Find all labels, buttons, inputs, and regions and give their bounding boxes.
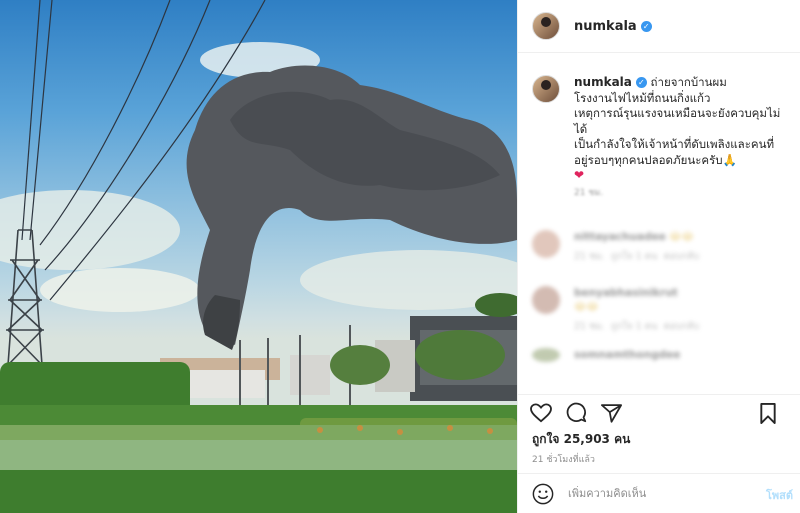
comment-age: 21 ชม.	[574, 251, 605, 262]
reply-link[interactable]: ตอบกลับ	[664, 321, 700, 332]
caption-line-2: โรงงานไฟไหม้ที่ถนนกิ่งแก้ว	[574, 90, 711, 105]
comment-age: 21 ชม.	[574, 321, 605, 332]
post-sidebar: numkala ✓ numkala ✓ ถ่ายจากบ้านผม โรงงานไ…	[517, 0, 800, 513]
post-comment-button[interactable]: โพสต์	[766, 486, 793, 504]
likes-count[interactable]: ถูกใจ 25,903 คน	[532, 430, 630, 449]
add-comment-bar: โพสต์	[518, 473, 800, 513]
comment-likes: ถูกใจ 1 คน	[610, 321, 658, 332]
post-timestamp[interactable]: 21 ชั่วโมงที่แล้ว	[532, 452, 595, 466]
list-item[interactable]: somnamthongdee	[518, 348, 800, 362]
fire-smoke-scene	[0, 0, 517, 513]
reply-link[interactable]: ตอบกลับ	[664, 251, 700, 262]
heart-emoji: ❤	[574, 168, 585, 182]
list-item[interactable]: benyabhasinikrut 😂😂 21 ชม. ถูกใจ 1 คน ตอ…	[518, 286, 800, 334]
emoji-icon[interactable]	[532, 483, 554, 505]
heart-icon[interactable]	[530, 402, 552, 423]
action-bar	[518, 394, 800, 430]
add-comment-input[interactable]	[566, 486, 750, 501]
verified-badge-icon: ✓	[640, 20, 652, 32]
avatar	[532, 286, 560, 314]
comment-emoji: 😂😂	[669, 231, 694, 243]
instagram-post: numkala ✓ numkala ✓ ถ่ายจากบ้านผม โรงงานไ…	[0, 0, 800, 513]
avatar[interactable]	[532, 12, 560, 40]
comment-likes: ถูกใจ 1 คน	[610, 251, 658, 262]
comment-username: nittayachuadee	[574, 231, 666, 243]
caption-line-1: ถ่ายจากบ้านผม	[650, 75, 727, 89]
comments-list[interactable]: nittayachuadee 😂😂 21 ชม. ถูกใจ 1 คน ตอบก…	[518, 196, 800, 394]
verified-badge-icon: ✓	[635, 77, 647, 88]
list-item[interactable]: nittayachuadee 😂😂 21 ชม. ถูกใจ 1 คน ตอบก…	[518, 230, 800, 264]
bookmark-icon[interactable]	[759, 403, 777, 424]
post-header: numkala ✓	[518, 0, 800, 53]
avatar	[532, 230, 560, 258]
caption-line-3: เหตุการณ์รุนแรงจนเหมือนจะยังควบคุมไม่ได้	[574, 106, 781, 136]
avatar	[532, 348, 560, 362]
comment-emoji: 😂😂	[574, 301, 599, 313]
pray-emoji: 🙏	[722, 152, 737, 167]
caption-text: numkala ✓ ถ่ายจากบ้านผม โรงงานไฟไหม้ที่ถน…	[574, 75, 786, 201]
username[interactable]: numkala	[574, 19, 637, 34]
caption: numkala ✓ ถ่ายจากบ้านผม โรงงานไฟไหม้ที่ถน…	[518, 53, 800, 201]
caption-username[interactable]: numkala	[574, 75, 632, 89]
share-icon[interactable]	[601, 403, 622, 423]
comment-username: somnamthongdee	[574, 349, 681, 361]
comment-icon[interactable]	[566, 402, 587, 423]
post-photo[interactable]	[0, 0, 517, 513]
comment-username: benyabhasinikrut	[574, 287, 678, 299]
caption-avatar[interactable]	[532, 75, 560, 103]
caption-line-4: เป็นกำลังใจให้เจ้าหน้าที่ดับเพลิงและคนที…	[574, 137, 775, 167]
